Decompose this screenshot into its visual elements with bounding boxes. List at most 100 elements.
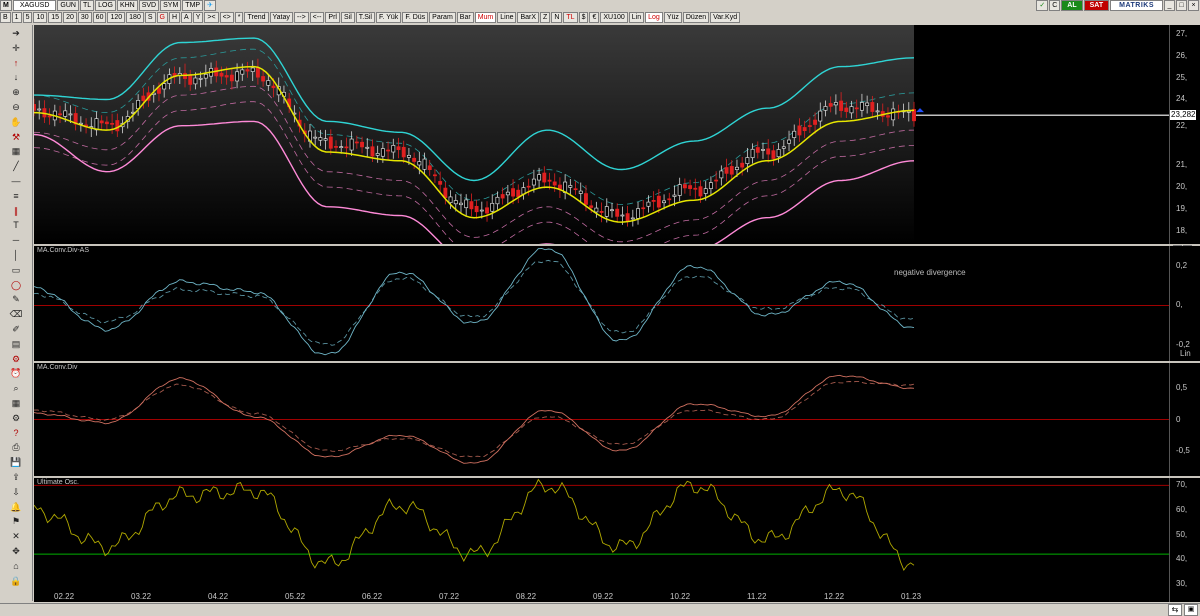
trend-icon[interactable]: ╱ bbox=[6, 161, 26, 172]
toolbar-button-gun[interactable]: GUN bbox=[57, 0, 79, 11]
symbol-field[interactable]: XAGUSD bbox=[12, 0, 57, 11]
app-icon[interactable]: M bbox=[0, 0, 12, 11]
line-icon[interactable]: — bbox=[6, 176, 26, 187]
toolbar2-button-31[interactable]: BarX bbox=[517, 12, 540, 23]
toolbar2-button-14[interactable]: Y bbox=[192, 12, 204, 23]
toolbar2-button-40[interactable]: Yüz bbox=[663, 12, 682, 23]
twitter-icon[interactable]: ✈ bbox=[204, 0, 216, 11]
alarm-icon[interactable]: ⏰ bbox=[6, 368, 26, 379]
toolbar2-button-15[interactable]: >< bbox=[204, 12, 219, 23]
ultimate-osc-axis[interactable]: 70, 60, 50, 40, 30, bbox=[1169, 478, 1200, 591]
toolbar2-button-22[interactable]: Prl bbox=[325, 12, 340, 23]
scan-icon[interactable]: ⌕ bbox=[6, 383, 26, 394]
toolbar2-button-12[interactable]: H bbox=[168, 12, 181, 23]
toolbar2-button-27[interactable]: Param bbox=[429, 12, 456, 23]
toolbar2-button-42[interactable]: Var.Kyd bbox=[710, 12, 741, 23]
macd-as-panel[interactable]: MA.Conv.Div-AS negative divergence bbox=[34, 246, 1169, 361]
channel-icon[interactable]: ∥ bbox=[6, 206, 26, 217]
toolbar2-button-3[interactable]: 10 bbox=[33, 12, 48, 23]
toolbar2-button-33[interactable]: N bbox=[551, 12, 563, 23]
toolbar2-button-7[interactable]: 60 bbox=[92, 12, 107, 23]
flag-icon[interactable]: ⚑ bbox=[6, 516, 26, 527]
fib-icon[interactable]: ≡ bbox=[6, 191, 26, 202]
import-icon[interactable]: ⇩ bbox=[6, 487, 26, 498]
toolbar2-button-17[interactable]: * bbox=[234, 12, 244, 23]
toolbar2-button-21[interactable]: <-- bbox=[309, 12, 325, 23]
toolbar2-button-24[interactable]: T.Sil bbox=[355, 12, 375, 23]
help-icon[interactable]: ? bbox=[6, 428, 26, 439]
hline-icon[interactable]: ─ bbox=[6, 235, 26, 246]
toolbar2-button-5[interactable]: 20 bbox=[63, 12, 77, 23]
toolbar2-button-30[interactable]: Line bbox=[497, 12, 517, 23]
toolbar2-button-32[interactable]: Z bbox=[540, 12, 551, 23]
toolbar-button-sym[interactable]: SYM bbox=[160, 0, 182, 11]
export-icon[interactable]: ⇪ bbox=[6, 472, 26, 483]
down-icon[interactable]: ↓ bbox=[6, 72, 26, 83]
tools-icon[interactable]: ⚒ bbox=[6, 132, 26, 143]
cross-icon[interactable]: ✕ bbox=[6, 531, 26, 542]
maximize-icon[interactable]: □ bbox=[1176, 0, 1187, 11]
eraser-icon[interactable]: ⌫ bbox=[6, 309, 26, 320]
toolbar2-button-0[interactable]: B bbox=[0, 12, 11, 23]
toolbar2-button-20[interactable]: --> bbox=[293, 12, 309, 23]
bell-icon[interactable]: 🔔 bbox=[6, 502, 26, 513]
toolbar2-button-23[interactable]: Sil bbox=[340, 12, 355, 23]
toolbar2-button-19[interactable]: Yatay bbox=[269, 12, 293, 23]
scroll-left-icon[interactable]: ⇆ bbox=[1168, 604, 1182, 616]
toolbar2-button-25[interactable]: F. Yük bbox=[375, 12, 402, 23]
brand-logo[interactable]: MATRIKS bbox=[1110, 0, 1163, 11]
toolbar-button-svd[interactable]: SVD bbox=[138, 0, 160, 11]
toolbar2-button-28[interactable]: Bar bbox=[456, 12, 474, 23]
toolbar2-button-6[interactable]: 30 bbox=[77, 12, 92, 23]
toolbar2-button-38[interactable]: Lin bbox=[628, 12, 645, 23]
toolbar2-button-18[interactable]: Trend bbox=[244, 12, 269, 23]
crosshair-icon[interactable]: ✛ bbox=[6, 43, 26, 54]
price-panel[interactable] bbox=[34, 25, 1169, 244]
home-icon[interactable]: ⌂ bbox=[6, 561, 26, 572]
sell-button[interactable]: SAT bbox=[1083, 0, 1110, 11]
toolbar2-button-26[interactable]: F. Düs bbox=[402, 12, 429, 23]
toolbar2-button-29[interactable]: Mum bbox=[474, 12, 497, 23]
close-icon[interactable]: × bbox=[1188, 0, 1199, 11]
macd-as-axis[interactable]: Lin 0,2 0, -0,2 bbox=[1169, 246, 1200, 361]
toolbar2-button-1[interactable]: 1 bbox=[11, 12, 22, 23]
toolbar-button-tmp[interactable]: TMP bbox=[182, 0, 204, 11]
price-axis[interactable]: 27, 26, 25, 24, 23,282 22, 21, 20, 19, 18, bbox=[1169, 25, 1200, 244]
toolbar2-button-36[interactable]: € bbox=[589, 12, 600, 23]
vline-icon[interactable]: │ bbox=[6, 250, 26, 261]
toolbar-button-khn[interactable]: KHN bbox=[116, 0, 138, 11]
toolbar2-button-16[interactable]: <> bbox=[219, 12, 234, 23]
rect-icon[interactable]: ▭ bbox=[6, 265, 26, 276]
move-icon[interactable]: ✥ bbox=[6, 546, 26, 557]
toolbar2-button-2[interactable]: 5 bbox=[22, 12, 33, 23]
macd-axis[interactable]: 0,5 0 -0,5 bbox=[1169, 363, 1200, 476]
hand-icon[interactable]: ✋ bbox=[6, 117, 26, 128]
toolbar2-button-9[interactable]: 180 bbox=[126, 12, 144, 23]
toolbar-button-c[interactable]: C bbox=[1049, 0, 1061, 11]
toolbar2-button-11[interactable]: G bbox=[156, 12, 168, 23]
text-icon[interactable]: T bbox=[6, 220, 26, 231]
brush-icon[interactable]: ✐ bbox=[6, 324, 26, 335]
zoom-icon[interactable]: ▣ bbox=[1184, 604, 1198, 616]
toolbar2-button-41[interactable]: Düzen bbox=[682, 12, 710, 23]
buy-button[interactable]: AL bbox=[1061, 0, 1083, 11]
ellipse-icon[interactable]: ◯ bbox=[6, 280, 26, 291]
system-icon[interactable]: ⚙ bbox=[6, 354, 26, 365]
refresh-icon[interactable]: ✓ bbox=[1036, 0, 1049, 11]
toolbar2-button-34[interactable]: TL bbox=[563, 12, 578, 23]
print-icon[interactable]: ⎙ bbox=[6, 442, 26, 453]
toolbar2-button-35[interactable]: $ bbox=[578, 12, 589, 23]
toolbar-button-log[interactable]: LOG bbox=[95, 0, 116, 11]
toolbar2-button-4[interactable]: 15 bbox=[48, 12, 63, 23]
indicator-icon[interactable]: ▤ bbox=[6, 339, 26, 350]
toolbar2-button-39[interactable]: Log bbox=[645, 12, 663, 23]
up-icon[interactable]: ↑ bbox=[6, 58, 26, 69]
arrow-icon[interactable]: ➔ bbox=[6, 28, 26, 39]
toolbar2-button-13[interactable]: A bbox=[181, 12, 192, 23]
toolbar-button-tl[interactable]: TL bbox=[79, 0, 95, 11]
pen-icon[interactable]: ✎ bbox=[6, 294, 26, 305]
toolbar2-button-8[interactable]: 120 bbox=[107, 12, 126, 23]
zoom-in-icon[interactable]: ⊕ bbox=[6, 87, 26, 98]
toolbar2-button-37[interactable]: XU100 bbox=[600, 12, 628, 23]
settings-icon[interactable]: ⚙ bbox=[6, 413, 26, 424]
